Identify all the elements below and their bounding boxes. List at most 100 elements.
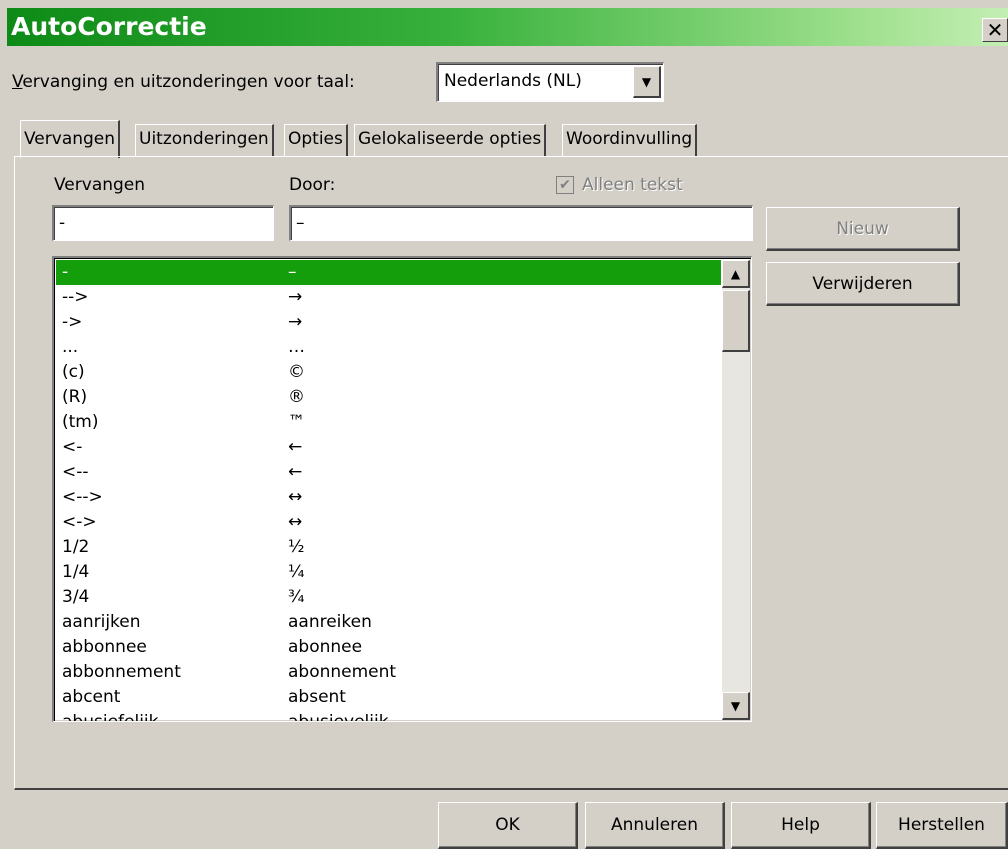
list-item[interactable]: (R) ® bbox=[56, 385, 721, 410]
list-item-replace: 1/2 bbox=[62, 537, 90, 557]
text-only-label: Alleen tekst bbox=[582, 175, 683, 195]
help-button[interactable]: Help bbox=[731, 802, 871, 849]
window-title: AutoCorrectie bbox=[11, 12, 207, 41]
list-item[interactable]: abbonnement abonnement bbox=[56, 660, 721, 685]
with-input-value: – bbox=[296, 213, 305, 233]
list-item[interactable]: abbonnee abonnee bbox=[56, 635, 721, 660]
list-item-with: ½ bbox=[288, 537, 305, 557]
language-label-text: ervanging en uitzonderingen voor taal: bbox=[22, 72, 355, 92]
language-select[interactable]: Nederlands (NL) ▼ bbox=[436, 62, 664, 102]
ok-button[interactable]: OK bbox=[438, 802, 578, 849]
replacement-rows: - – --> → -> →...… (c) © (R) ® (tm) ™ <- ← <-- ← <--> ↔ <-… bbox=[56, 260, 721, 722]
list-item-with: ® bbox=[288, 387, 305, 407]
text-only-checkbox[interactable]: ✔ bbox=[556, 176, 574, 194]
scroll-down-icon[interactable]: ▼ bbox=[722, 692, 750, 720]
tab-label: Woordinvulling bbox=[566, 129, 693, 149]
list-item-replace: 3/4 bbox=[62, 587, 90, 607]
list-item-with: ™ bbox=[288, 412, 305, 432]
list-item-replace: abusiefelijk bbox=[62, 712, 159, 722]
list-item[interactable]: 1/2 ½ bbox=[56, 535, 721, 560]
new-button[interactable]: Nieuw bbox=[766, 207, 960, 251]
list-item-with: … bbox=[288, 337, 305, 357]
tab-label: Opties bbox=[288, 129, 343, 149]
list-item[interactable]: <- ← bbox=[56, 435, 721, 460]
list-item-with: → bbox=[288, 312, 303, 332]
list-item-with: abonnement bbox=[288, 662, 397, 682]
list-item-with: ← bbox=[288, 462, 303, 482]
list-item-with: ↔ bbox=[288, 512, 303, 532]
list-item[interactable]: aanrijken aanreiken bbox=[56, 610, 721, 635]
list-item-replace: abcent bbox=[62, 687, 121, 707]
replace-input-value: - bbox=[59, 213, 66, 233]
reset-button-label: Herstellen bbox=[898, 815, 985, 835]
tab-opties[interactable]: Opties bbox=[284, 124, 348, 156]
replace-label: Vervangen bbox=[54, 175, 146, 195]
list-item[interactable]: ... … bbox=[56, 335, 721, 360]
list-item[interactable]: <-> ↔ bbox=[56, 510, 721, 535]
list-item-with: abonnee bbox=[288, 637, 363, 657]
close-button[interactable]: ✕ bbox=[982, 18, 1008, 42]
dropdown-arrow-icon[interactable]: ▼ bbox=[633, 66, 661, 98]
list-item-replace: - bbox=[62, 262, 69, 282]
title-bar: AutoCorrectie ✕ bbox=[7, 8, 1008, 46]
list-item-replace: (tm) bbox=[62, 412, 99, 432]
tab-woordinvulling[interactable]: Woordinvulling bbox=[562, 124, 698, 156]
new-button-label: Nieuw bbox=[836, 219, 889, 239]
list-item-replace: ... bbox=[62, 337, 79, 357]
list-item[interactable]: --> → bbox=[56, 285, 721, 310]
language-label: Vervanging en uitzonderingen voor taal: bbox=[12, 72, 355, 92]
list-item-with: absent bbox=[288, 687, 346, 707]
replace-input[interactable]: - bbox=[52, 205, 274, 241]
list-item-with: ← bbox=[288, 437, 303, 457]
scroll-up-icon[interactable]: ▲ bbox=[722, 260, 750, 288]
list-item-replace: -> bbox=[62, 312, 83, 332]
list-item-with: ¾ bbox=[288, 587, 305, 607]
list-item-with: abusievelijk bbox=[288, 712, 389, 722]
list-item[interactable]: <--> ↔ bbox=[56, 485, 721, 510]
replacement-list[interactable]: - – --> → -> →...… (c) © (R) ® (tm) ™ <- ← <-- ← <--> ↔ <-… bbox=[52, 256, 752, 722]
list-item[interactable]: -> → bbox=[56, 310, 721, 335]
delete-button-label: Verwijderen bbox=[812, 274, 913, 294]
tab-gelokaliseerde-opties[interactable]: Gelokaliseerde opties bbox=[354, 124, 547, 156]
ok-button-label: OK bbox=[495, 815, 520, 835]
list-item[interactable]: 3/4 ¾ bbox=[56, 585, 721, 610]
delete-button[interactable]: Verwijderen bbox=[766, 262, 960, 306]
list-item-replace: abbonnee bbox=[62, 637, 147, 657]
language-select-value: Nederlands (NL) bbox=[444, 71, 582, 91]
list-item-with: © bbox=[288, 362, 305, 382]
cancel-button[interactable]: Annuleren bbox=[585, 802, 725, 849]
list-item-replace: abbonnement bbox=[62, 662, 181, 682]
list-item-replace: (R) bbox=[62, 387, 88, 407]
tab-uitzonderingen[interactable]: Uitzonderingen bbox=[135, 124, 274, 156]
list-item-with: → bbox=[288, 287, 303, 307]
tab-label: Gelokaliseerde opties bbox=[358, 129, 542, 149]
list-item-replace: (c) bbox=[62, 362, 85, 382]
list-item-with: aanreiken bbox=[288, 612, 372, 632]
list-item[interactable]: (c) © bbox=[56, 360, 721, 385]
list-item[interactable]: <-- ← bbox=[56, 460, 721, 485]
with-input[interactable]: – bbox=[289, 205, 753, 241]
scroll-thumb[interactable] bbox=[722, 290, 750, 352]
help-button-label: Help bbox=[781, 815, 820, 835]
reset-button[interactable]: Herstellen bbox=[876, 802, 1008, 849]
list-scrollbar[interactable]: ▲ ▼ bbox=[722, 260, 750, 720]
list-item-replace: aanrijken bbox=[62, 612, 141, 632]
list-item-with: ¼ bbox=[288, 562, 305, 582]
list-item-with: ↔ bbox=[288, 487, 303, 507]
with-label: Door: bbox=[289, 175, 336, 195]
list-item-replace: <- bbox=[62, 437, 83, 457]
list-item[interactable]: abcent absent bbox=[56, 685, 721, 710]
list-item[interactable]: 1/4 ¼ bbox=[56, 560, 721, 585]
list-item-replace: 1/4 bbox=[62, 562, 90, 582]
list-item-replace: --> bbox=[62, 287, 89, 307]
list-item[interactable]: abusiefelijk abusievelijk bbox=[56, 710, 721, 722]
tab-vervangen[interactable]: Vervangen bbox=[20, 120, 121, 158]
list-item-with: – bbox=[288, 262, 297, 282]
close-icon: ✕ bbox=[986, 18, 1004, 42]
tab-label: Vervangen bbox=[24, 129, 116, 149]
list-item[interactable]: (tm) ™ bbox=[56, 410, 721, 435]
list-item-replace: <-> bbox=[62, 512, 97, 532]
cancel-button-label: Annuleren bbox=[611, 815, 698, 835]
list-item[interactable]: - – bbox=[56, 260, 721, 285]
tab-label: Uitzonderingen bbox=[139, 129, 269, 149]
